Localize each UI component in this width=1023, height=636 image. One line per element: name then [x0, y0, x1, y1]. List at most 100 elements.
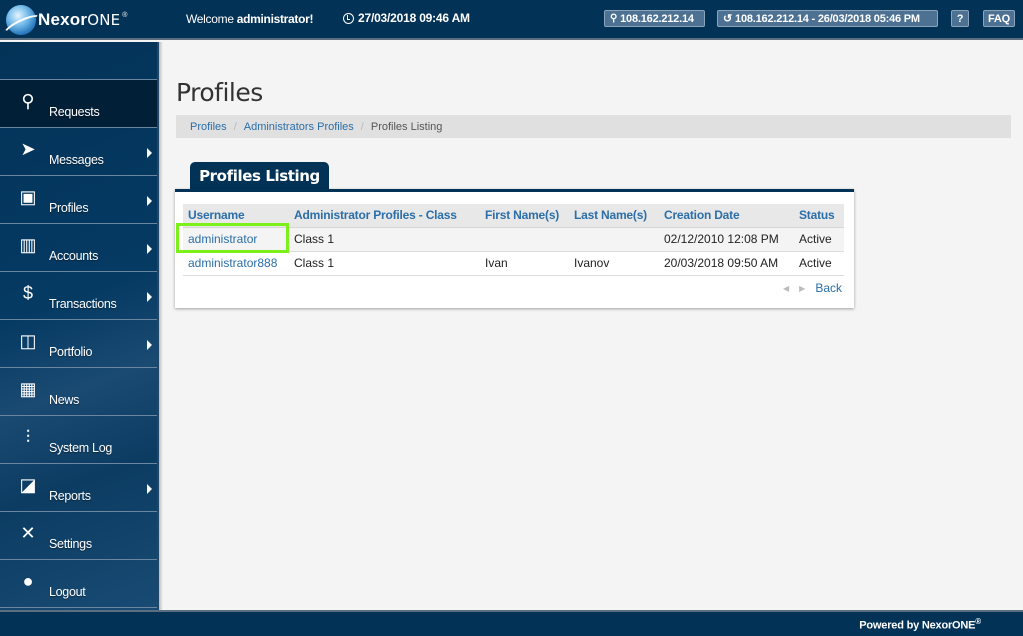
radio-icon: ▦ [19, 378, 37, 399]
sidebar-item-settings[interactable]: ✕ Settings [0, 512, 157, 560]
status-cell: Active [794, 251, 844, 276]
sidebar-item-label: Portfolio [49, 345, 93, 359]
history-icon: ↺ [723, 13, 733, 25]
sidebar-item-label: News [49, 393, 80, 407]
column-class[interactable]: Administrator Profiles - Class [289, 204, 480, 228]
sidebar-item-accounts[interactable]: ▥ Accounts [0, 224, 157, 272]
faq-button[interactable]: FAQ [983, 10, 1015, 27]
table-row: administrator888 Class 1 Ivan Ivanov 20/… [183, 251, 844, 276]
footer: Powered by NexorONE® [0, 610, 1023, 636]
submenu-arrow-icon [147, 484, 152, 494]
logo-text-bold: Nexor [38, 10, 88, 29]
sidebar-item-transactions[interactable]: $ Transactions [0, 272, 157, 320]
last-login-text: 108.162.212.14 - 26/03/2018 05:46 PM [735, 12, 920, 25]
logo-text-light: ONE [87, 11, 121, 29]
sidebar-item-label: Accounts [49, 249, 99, 263]
content-shadow [159, 42, 163, 610]
sidebar-item-reports[interactable]: ◪ Reports [0, 464, 157, 512]
last-name-cell [569, 227, 659, 252]
sidebar-item-requests[interactable]: ⚲ Requests [0, 80, 157, 128]
breadcrumb-profiles-listing: Profiles Listing [370, 120, 443, 133]
logo-registered-mark: ® [122, 12, 128, 19]
top-bar: NexorONE ® Welcome administrator! 27/03/2… [0, 0, 1023, 40]
ip-address-text: 108.162.212.14 [620, 12, 694, 25]
first-name-cell: Ivan [480, 251, 569, 276]
class-cell: Class 1 [289, 251, 480, 276]
current-datetime: 27/03/2018 09:46 AM [343, 11, 470, 25]
ip-address-button[interactable]: ⚲ 108.162.212.14 [604, 10, 705, 27]
profiles-table: Username Administrator Profiles - Class … [183, 204, 844, 276]
help-button[interactable]: ? [951, 10, 969, 27]
page-title: Profiles [176, 78, 263, 107]
profiles-listing-panel: Username Administrator Profiles - Class … [175, 189, 854, 308]
table-row: administrator Class 1 02/12/2010 12:08 P… [183, 227, 844, 252]
column-creation-date[interactable]: Creation Date [659, 204, 794, 228]
sidebar-item-news[interactable]: ▦ News [0, 368, 157, 416]
tab-profiles-listing[interactable]: Profiles Listing [190, 162, 329, 189]
back-link[interactable]: Back [815, 281, 842, 295]
sidebar-item-system-log[interactable]: ⫶ System Log [0, 416, 157, 464]
sidebar-item-messages[interactable]: ➤ Messages [0, 128, 157, 176]
tools-icon: ✕ [20, 522, 36, 543]
submenu-arrow-icon [147, 292, 152, 302]
next-page-icon[interactable]: ▶ [799, 284, 805, 293]
sliders-icon: ⫶ [25, 426, 31, 447]
footer-registered-mark: ® [975, 617, 981, 626]
submenu-arrow-icon [147, 340, 152, 350]
sidebar-item-label: Logout [49, 585, 86, 599]
sidebar-item-label: Transactions [49, 297, 117, 311]
powered-by: Powered by NexorONE® [859, 617, 981, 632]
column-first-name[interactable]: First Name(s) [480, 204, 569, 228]
datetime-text: 27/03/2018 09:46 AM [358, 11, 470, 25]
previous-page-icon[interactable]: ◀ [783, 284, 789, 293]
sidebar-item-label: Requests [49, 105, 100, 119]
map-marker-icon: ⚲ [610, 13, 618, 24]
column-username[interactable]: Username [183, 204, 289, 228]
sidebar-item-logout[interactable]: ● Logout [0, 560, 157, 608]
briefcase-icon: ◫ [19, 330, 37, 351]
username-link[interactable]: administrator [183, 227, 289, 252]
last-name-cell: Ivanov [569, 251, 659, 276]
breadcrumb-separator: / [233, 120, 237, 133]
status-cell: Active [794, 227, 844, 252]
sidebar-nav: ⚲ Requests ➤ Messages ▣ Profiles ▥ Accounts $ Tra… [0, 80, 157, 608]
unlock-icon: ● [22, 570, 34, 591]
breadcrumb-profiles[interactable]: Profiles [190, 121, 227, 133]
submenu-arrow-icon [147, 196, 152, 206]
creation-date-cell: 20/03/2018 09:50 AM [659, 251, 794, 276]
submenu-arrow-icon [147, 244, 152, 254]
sidebar-spacer [0, 42, 157, 80]
column-status[interactable]: Status [794, 204, 844, 228]
lamp-icon: ⚲ [21, 90, 35, 111]
sidebar-item-profiles[interactable]: ▣ Profiles [0, 176, 157, 224]
creation-date-cell: 02/12/2010 12:08 PM [659, 227, 794, 252]
presentation-icon: ◪ [19, 474, 37, 495]
sidebar-item-label: Messages [49, 153, 104, 167]
money-bag-icon: $ [22, 282, 33, 303]
sidebar-item-portfolio[interactable]: ◫ Portfolio [0, 320, 157, 368]
class-cell: Class 1 [289, 227, 480, 252]
last-login-button[interactable]: ↺ 108.162.212.14 - 26/03/2018 05:46 PM [717, 10, 938, 27]
welcome-username: administrator! [236, 12, 314, 26]
logo[interactable]: NexorONE ® [6, 4, 128, 36]
sidebar-item-label: Profiles [49, 201, 89, 215]
globe-logo-icon [6, 5, 36, 35]
column-last-name[interactable]: Last Name(s) [569, 204, 659, 228]
first-name-cell [480, 227, 569, 252]
submenu-arrow-icon [147, 148, 152, 158]
breadcrumb: Profiles / Administrators Profiles / Pro… [176, 115, 1011, 138]
sidebar-item-label: Settings [49, 537, 92, 551]
welcome-message: Welcome administrator! [186, 12, 314, 26]
sidebar-item-label: System Log [49, 441, 113, 455]
sidebar: ⚲ Requests ➤ Messages ▣ Profiles ▥ Accounts $ Tra… [0, 42, 159, 610]
breadcrumb-separator: / [360, 120, 364, 133]
pager: ◀ ▶ Back [783, 281, 842, 295]
sidebar-item-label: Reports [49, 489, 91, 503]
username-link[interactable]: administrator888 [183, 251, 289, 276]
address-book-icon: ▣ [19, 186, 37, 207]
clock-icon [343, 12, 354, 24]
table-header-row: Username Administrator Profiles - Class … [183, 204, 844, 228]
binders-icon: ▥ [19, 234, 37, 255]
welcome-prefix: Welcome [186, 12, 237, 26]
breadcrumb-administrators-profiles[interactable]: Administrators Profiles [244, 121, 354, 133]
